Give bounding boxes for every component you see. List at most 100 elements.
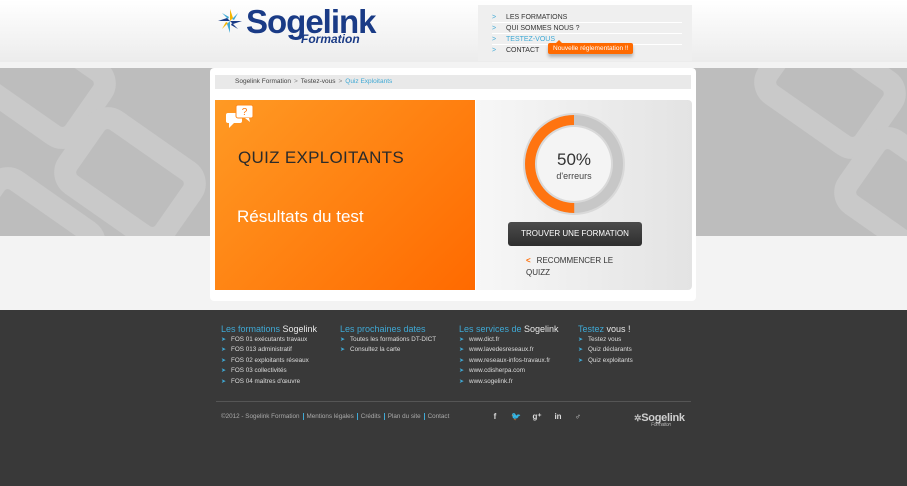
quiz-subtitle: Résultats du test xyxy=(237,207,364,226)
footer-logo[interactable]: ✲Sogelink Formation xyxy=(634,412,685,428)
footer-link-label: www.lavedesreseaux.fr xyxy=(469,346,534,354)
footer-list: ➤ www.dict.fr ➤ www.lavedesreseaux.fr ➤ www.r… xyxy=(459,335,559,387)
legal-link-sitemap[interactable]: Plan du site xyxy=(388,413,421,420)
footer-link-label: Consultez la carte xyxy=(350,346,401,354)
nav-label: LES FORMATIONS xyxy=(506,14,568,21)
breadcrumb: Sogelink Formation > Testez-vous > Quiz Expl… xyxy=(215,75,691,89)
footer-link-label: Quiz exploitants xyxy=(588,356,633,364)
restart-quiz-link[interactable]: < RECOMMENCER LE QUIZZ xyxy=(526,255,636,277)
badge-label: Nouvelle réglementation !! xyxy=(553,45,629,52)
restart-label: RECOMMENCER LE QUIZZ xyxy=(526,256,614,277)
footer-link[interactable]: ➤ Testez vous xyxy=(578,335,633,345)
legal-link-mentions[interactable]: Mentions légales xyxy=(307,413,354,420)
chevron-right-icon: > xyxy=(492,36,497,43)
twitter-icon[interactable]: 🐦 xyxy=(511,412,521,421)
footer-list: ➤ Toutes les formations DT-DICT ➤ Consultez… xyxy=(340,335,436,356)
footer-col-formations: Les formations Sogelink ➤ FOS 01 exécutan… xyxy=(221,324,317,387)
footer-link-label: www.sogelink.fr xyxy=(469,377,513,385)
speech-bubbles-question-icon: ? xyxy=(226,104,254,128)
footer-link-label: www.cdisherpa.com xyxy=(469,367,526,375)
footer-link[interactable]: ➤ FOS 04 maîtres d'œuvre xyxy=(221,377,317,387)
footer-list: ➤ FOS 01 exécutants travaux ➤ FOS 013 admin… xyxy=(221,335,317,387)
footer-link-label: FOS 04 maîtres d'œuvre xyxy=(231,377,301,385)
arrow-right-icon: ➤ xyxy=(221,347,227,354)
nav-item-formations[interactable]: > LES FORMATIONS xyxy=(492,12,682,23)
arrow-right-icon: ➤ xyxy=(221,357,227,364)
nav-label: CONTACT xyxy=(506,47,540,54)
footer-col-dates: Les prochaines dates ➤ Toutes les formati… xyxy=(340,324,436,356)
arrow-right-icon: ➤ xyxy=(459,337,465,343)
nav-label: TESTEZ-VOUS xyxy=(506,36,556,43)
legal-link-credits[interactable]: Crédits xyxy=(361,413,381,420)
arrow-right-icon: ➤ xyxy=(459,368,465,375)
footer-link-label: FOS 01 exécutants travaux xyxy=(231,336,308,343)
nav-label: QUI SOMMES NOUS ? xyxy=(506,25,580,32)
arrow-right-icon: ➤ xyxy=(578,337,584,343)
arrow-right-icon: ➤ xyxy=(578,347,584,354)
arrow-right-icon: ➤ xyxy=(221,378,227,385)
new-regulation-badge[interactable]: Nouvelle réglementation !! xyxy=(548,40,633,54)
arrow-right-icon: ➤ xyxy=(459,347,465,354)
copyright: ©2012 - Sogelink Formation xyxy=(221,413,300,421)
site-header xyxy=(0,0,907,62)
content-panel: Sogelink Formation > Testez-vous > Quiz Expl… xyxy=(210,68,696,301)
viadeo-icon[interactable]: ♂ xyxy=(573,412,583,421)
legal-link-contact[interactable]: Contact xyxy=(428,413,450,420)
footer-heading: Les formations Sogelink xyxy=(221,324,318,334)
error-label: d'erreurs xyxy=(556,171,592,181)
find-training-button[interactable]: TROUVER UNE FORMATION xyxy=(508,222,642,246)
arrow-right-icon: ➤ xyxy=(221,337,227,343)
footer-link[interactable]: ➤ www.sogelink.fr xyxy=(459,377,559,387)
result-card: 50% d'erreurs TROUVER UNE FORMATION < REC… xyxy=(476,100,692,290)
footer-link[interactable]: ➤ FOS 02 exploitants réseaux xyxy=(221,356,317,366)
nav-item-about[interactable]: > QUI SOMMES NOUS ? xyxy=(492,23,682,34)
breadcrumb-separator: > xyxy=(294,78,298,85)
breadcrumb-home[interactable]: Sogelink Formation xyxy=(235,78,291,85)
footer-link[interactable]: ➤ www.lavedesreseaux.fr xyxy=(459,345,559,355)
footer-link[interactable]: ➤ Toutes les formations DT-DICT xyxy=(340,335,436,345)
linkedin-icon[interactable]: in xyxy=(553,412,563,421)
footer-link[interactable]: ➤ Quiz déclarants xyxy=(578,345,633,355)
arrow-right-icon: ➤ xyxy=(459,378,465,385)
footer-heading: Testez vous ! xyxy=(578,324,631,334)
error-gauge: 50% d'erreurs xyxy=(520,110,628,218)
google-plus-icon[interactable]: g⁺ xyxy=(532,412,542,421)
sogelink-logo[interactable]: Sogelink Formation xyxy=(215,5,377,46)
facebook-icon[interactable]: f xyxy=(490,412,500,421)
chevron-right-icon: > xyxy=(492,14,497,21)
arrow-right-icon: ➤ xyxy=(221,368,227,375)
breadcrumb-separator: > xyxy=(338,78,343,85)
footer-col-testez: Testez vous ! ➤ Testez vous ➤ Quiz déclaran… xyxy=(578,324,633,366)
footer-legal-links: ©2012 - Sogelink Formation Mentions légal… xyxy=(221,413,452,420)
quiz-title: QUIZ EXPLOITANTS xyxy=(238,148,405,167)
footer-link-label: www.reseaux-infos-travaux.fr xyxy=(469,356,551,364)
footer-link-label: FOS 013 administratif xyxy=(231,346,292,354)
footer-divider xyxy=(216,401,691,402)
footer-link[interactable]: ➤ Consultez la carte xyxy=(340,345,436,355)
chevron-right-icon: > xyxy=(492,47,497,54)
badge-tip xyxy=(556,40,562,43)
footer-link[interactable]: ➤ FOS 01 exécutants travaux xyxy=(221,335,317,345)
footer-link-label: Quiz déclarants xyxy=(588,346,632,354)
footer-link[interactable]: ➤ FOS 03 collectivités xyxy=(221,366,317,376)
breadcrumb-current: Quiz Exploitants xyxy=(345,78,393,85)
footer-link[interactable]: ➤ www.cdisherpa.com xyxy=(459,366,559,376)
footer-link-label: FOS 02 exploitants réseaux xyxy=(231,356,309,364)
arrow-right-icon: ➤ xyxy=(340,347,346,354)
footer-link[interactable]: ➤ www.reseaux-infos-travaux.fr xyxy=(459,356,559,366)
footer-list: ➤ Testez vous ➤ Quiz déclarants ➤ Quiz exploi… xyxy=(578,335,633,366)
breadcrumb-testez[interactable]: Testez-vous xyxy=(301,78,336,85)
footer-heading: Les services de Sogelink xyxy=(459,324,559,334)
footer-link-label: FOS 03 collectivités xyxy=(231,367,287,375)
footer-link[interactable]: ➤ FOS 013 administratif xyxy=(221,345,317,355)
arrow-right-icon: ➤ xyxy=(459,357,465,364)
svg-text:?: ? xyxy=(242,107,248,118)
logo-star-icon xyxy=(218,9,242,33)
footer-link[interactable]: ➤ Quiz exploitants xyxy=(578,356,633,366)
footer-logo-sub: Formation xyxy=(651,422,671,428)
footer-link[interactable]: ➤ www.dict.fr xyxy=(459,335,559,345)
error-percentage: 50% xyxy=(556,150,592,169)
footer-link-label: Testez vous xyxy=(588,336,622,343)
arrow-right-icon: ➤ xyxy=(578,357,584,364)
arrow-right-icon: ➤ xyxy=(340,337,346,343)
